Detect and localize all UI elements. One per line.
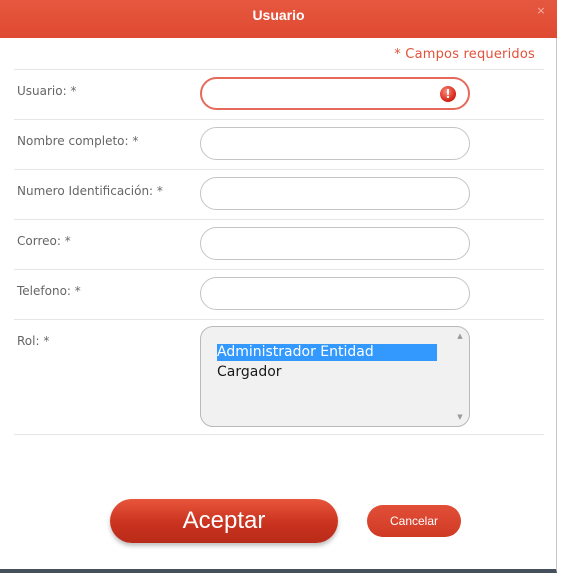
- user-dialog: Usuario × * Campos requeridos Usuario: *…: [0, 0, 557, 573]
- scroll-up-arrow-icon[interactable]: ▲: [453, 331, 467, 341]
- divider: [14, 169, 544, 170]
- usuario-input[interactable]: !: [200, 77, 470, 110]
- correo-label: Correo: *: [17, 234, 71, 248]
- cancel-button[interactable]: Cancelar: [367, 505, 461, 537]
- rol-option-administrador-entidad[interactable]: Administrador Entidad: [217, 344, 437, 361]
- nombre-completo-input[interactable]: [200, 127, 470, 160]
- divider: [14, 69, 544, 70]
- dialog-titlebar: Usuario ×: [0, 0, 557, 38]
- telefono-label: Telefono: *: [17, 284, 81, 298]
- scroll-down-arrow-icon[interactable]: ▼: [453, 412, 467, 422]
- correo-input[interactable]: [200, 227, 470, 260]
- dialog-title: Usuario: [252, 7, 305, 23]
- listbox-scrollbar[interactable]: ▲ ▼: [453, 329, 467, 424]
- accept-button[interactable]: Aceptar: [110, 499, 338, 543]
- numero-identificacion-label: Numero Identificación: *: [17, 184, 163, 198]
- divider: [14, 319, 544, 320]
- required-fields-note: * Campos requeridos: [394, 47, 535, 62]
- rol-option-cargador[interactable]: Cargador: [217, 364, 437, 381]
- numero-identificacion-input[interactable]: [200, 177, 470, 210]
- error-icon: !: [440, 86, 456, 102]
- usuario-label: Usuario: *: [17, 84, 77, 98]
- divider: [14, 434, 544, 435]
- divider: [14, 269, 544, 270]
- divider: [14, 219, 544, 220]
- nombre-completo-label: Nombre completo: *: [17, 134, 139, 148]
- rol-label: Rol: *: [17, 334, 50, 348]
- rol-listbox[interactable]: Administrador Entidad Cargador ▲ ▼: [200, 326, 470, 427]
- close-icon[interactable]: ×: [535, 5, 547, 17]
- divider: [14, 119, 544, 120]
- telefono-input[interactable]: [200, 277, 470, 310]
